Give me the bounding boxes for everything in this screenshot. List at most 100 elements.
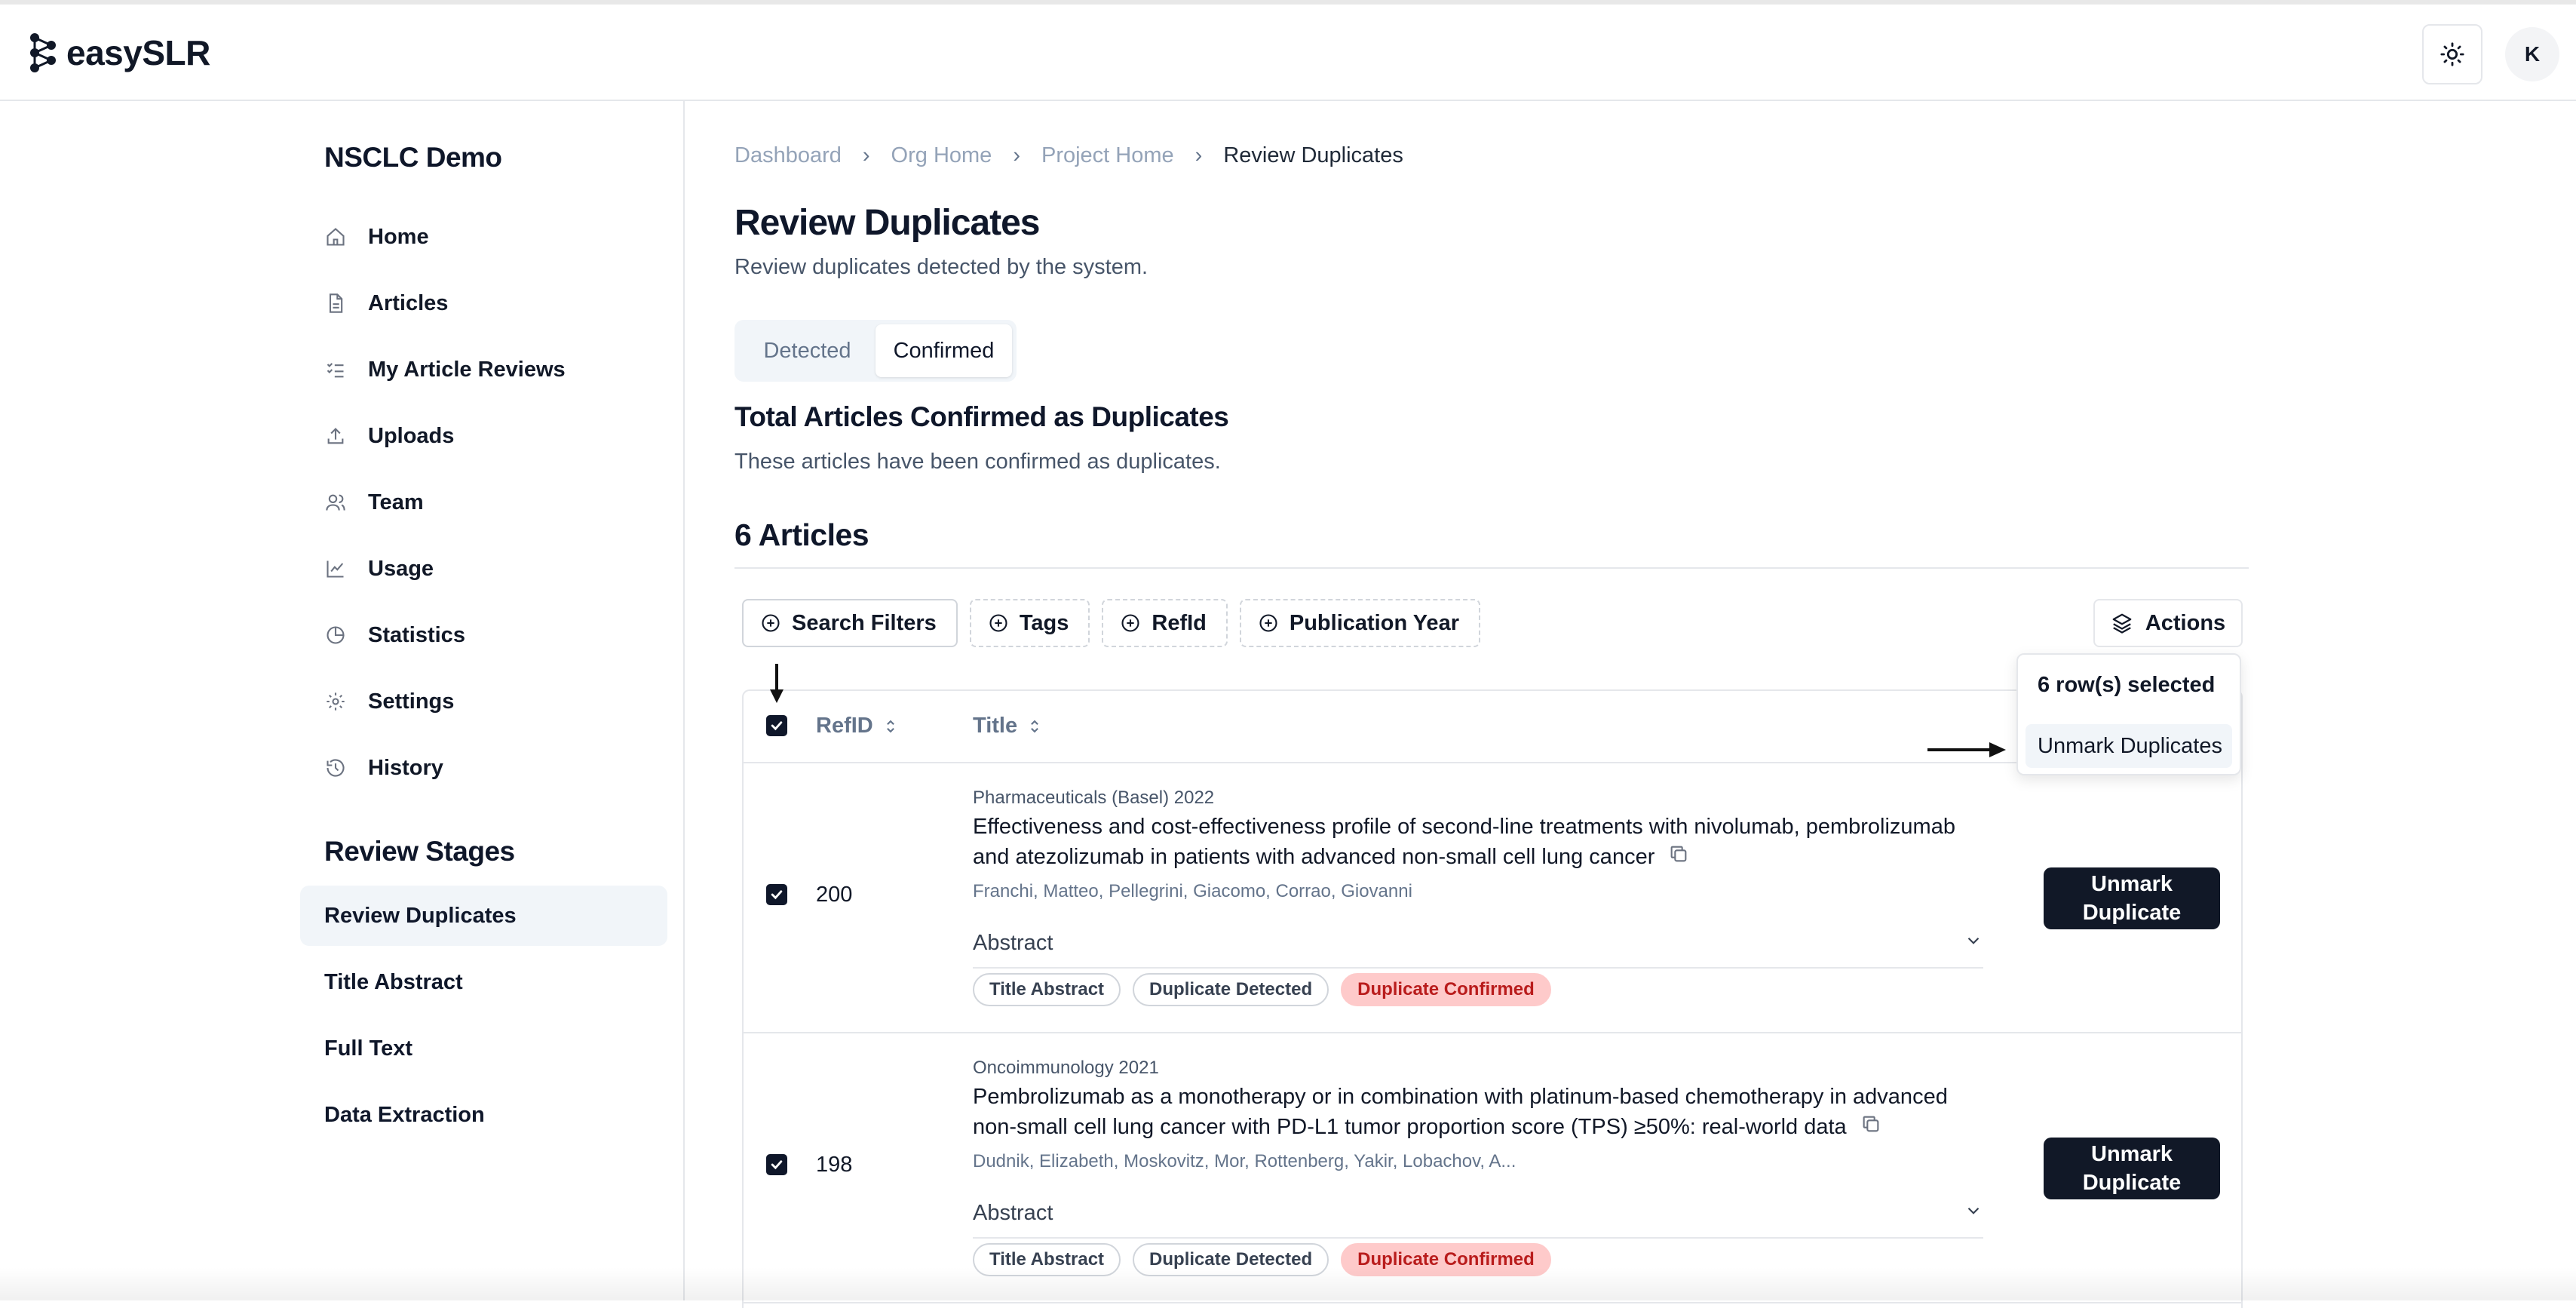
plus-circle-icon: [988, 613, 1009, 634]
stage-data-extraction[interactable]: Data Extraction: [300, 1085, 667, 1145]
column-header-title[interactable]: Title: [973, 714, 1041, 738]
breadcrumb-org-home[interactable]: Org Home: [891, 143, 992, 168]
plus-circle-icon: [760, 613, 781, 634]
chevron-right-icon: ›: [1013, 143, 1020, 167]
table-row: 198 Oncoimmunology 2021 Pembrolizumab as…: [744, 1033, 2241, 1303]
filter-label: RefId: [1152, 610, 1207, 635]
row-journal: Oncoimmunology 2021: [973, 1058, 1159, 1078]
abstract-toggle[interactable]: Abstract: [973, 1201, 1983, 1239]
sidebar-divider: [683, 101, 685, 1300]
abstract-toggle[interactable]: Abstract: [973, 931, 1983, 969]
history-icon: [324, 757, 347, 779]
stage-review-duplicates[interactable]: Review Duplicates: [300, 886, 667, 946]
page-subtitle: Review duplicates detected by the system…: [734, 255, 1148, 279]
search-filters-button[interactable]: Search Filters: [742, 599, 958, 647]
sidebar-item-label: History: [368, 755, 443, 780]
arrow-right-icon: [1927, 742, 2006, 757]
sidebar-item-team[interactable]: Team: [324, 469, 566, 536]
sidebar-item-my-article-reviews[interactable]: My Article Reviews: [324, 336, 566, 403]
review-stages-list: Review Duplicates Title Abstract Full Te…: [300, 886, 667, 1151]
theme-toggle-button[interactable]: [2422, 24, 2482, 84]
list-check-icon: [324, 358, 347, 381]
breadcrumb: Dashboard › Org Home › Project Home › Re…: [734, 143, 1403, 168]
sidebar-nav: Home Articles My Article Reviews Uploads…: [324, 204, 566, 801]
tab-confirmed[interactable]: Confirmed: [876, 324, 1012, 377]
sidebar-item-history[interactable]: History: [324, 735, 566, 801]
sidebar-item-statistics[interactable]: Statistics: [324, 602, 566, 668]
tab-detected[interactable]: Detected: [739, 324, 876, 377]
publication-year-filter-button[interactable]: Publication Year: [1239, 599, 1480, 647]
stage-title-abstract[interactable]: Title Abstract: [300, 952, 667, 1012]
arrow-down-icon: [770, 664, 784, 703]
copy-icon[interactable]: [1668, 843, 1689, 873]
row-tags: Title Abstract Duplicate Detected Duplic…: [973, 1243, 1563, 1276]
breadcrumb-dashboard[interactable]: Dashboard: [734, 143, 842, 168]
abstract-label: Abstract: [973, 931, 1053, 955]
home-icon: [324, 226, 347, 248]
column-label: Title: [973, 714, 1018, 738]
sidebar-item-uploads[interactable]: Uploads: [324, 403, 566, 469]
row-tags: Title Abstract Duplicate Detected Duplic…: [973, 973, 1563, 1006]
filter-label: Publication Year: [1289, 610, 1459, 635]
logo-text: easySLR: [66, 33, 210, 72]
sidebar-item-usage[interactable]: Usage: [324, 536, 566, 602]
sidebar-item-label: Home: [368, 224, 429, 249]
logo-icon: [30, 33, 56, 72]
row-checkbox[interactable]: [766, 1154, 787, 1175]
row-title: Effectiveness and cost-effectiveness pro…: [973, 812, 1983, 873]
sidebar-item-articles[interactable]: Articles: [324, 270, 566, 336]
app-logo[interactable]: easySLR: [27, 32, 210, 74]
section-subtitle: These articles have been confirmed as du…: [734, 450, 1221, 474]
copy-icon[interactable]: [1860, 1113, 1881, 1143]
sidebar-item-home[interactable]: Home: [324, 204, 566, 270]
sidebar-item-label: Team: [368, 490, 424, 514]
user-avatar[interactable]: K: [2505, 27, 2559, 81]
review-stages-title: Review Stages: [324, 836, 515, 867]
divider: [734, 567, 2249, 569]
row-authors: Dudnik, Elizabeth, Moskovitz, Mor, Rotte…: [973, 1151, 1516, 1171]
top-header: easySLR K: [0, 5, 2576, 101]
filter-label: Search Filters: [792, 610, 937, 635]
row-refid: 198: [816, 1153, 853, 1177]
selected-rows-count: 6 row(s) selected: [2038, 673, 2216, 697]
pie-chart-icon: [324, 624, 347, 646]
tags-filter-button[interactable]: Tags: [969, 599, 1090, 647]
sort-icon: [1028, 718, 1041, 735]
abstract-label: Abstract: [973, 1201, 1053, 1225]
refid-filter-button[interactable]: RefId: [1102, 599, 1228, 647]
file-icon: [324, 292, 347, 315]
duplicate-tabs: Detected Confirmed: [734, 320, 1017, 382]
filter-bar: Search Filters Tags RefId Publication Ye…: [742, 599, 1492, 647]
chevron-right-icon: ›: [862, 143, 870, 167]
page-title: Review Duplicates: [734, 203, 1040, 243]
actions-label: Actions: [2145, 610, 2226, 635]
actions-button[interactable]: Actions: [2093, 599, 2243, 647]
tag-duplicate-confirmed: Duplicate Confirmed: [1341, 973, 1551, 1006]
stage-full-text[interactable]: Full Text: [300, 1018, 667, 1079]
actions-dropdown-menu: 6 row(s) selected Unmark Duplicates: [2016, 653, 2241, 775]
select-all-checkbox[interactable]: [766, 715, 787, 736]
sidebar-item-label: Usage: [368, 556, 434, 581]
column-header-refid[interactable]: RefID: [816, 714, 897, 738]
row-title-text: Pembrolizumab as a monotherapy or in com…: [973, 1085, 1948, 1139]
layers-icon: [2111, 612, 2133, 634]
unmark-duplicate-button[interactable]: Unmark Duplicate: [2044, 1138, 2220, 1199]
articles-table: RefID Title 200 Pharmaceuticals (Basel) …: [742, 689, 2243, 1308]
check-icon: [771, 721, 783, 731]
row-checkbox[interactable]: [766, 884, 787, 905]
articles-count: 6 Articles: [734, 517, 869, 552]
tag-title-abstract: Title Abstract: [973, 1243, 1121, 1276]
users-icon: [324, 491, 347, 514]
sidebar-item-settings[interactable]: Settings: [324, 668, 566, 735]
column-label: RefID: [816, 714, 873, 738]
tag-title-abstract: Title Abstract: [973, 973, 1121, 1006]
plus-circle-icon: [1120, 613, 1141, 634]
sidebar-item-label: Settings: [368, 689, 455, 714]
unmark-duplicates-menu-item[interactable]: Unmark Duplicates: [2026, 724, 2232, 768]
breadcrumb-current: Review Duplicates: [1223, 143, 1403, 167]
breadcrumb-project-home[interactable]: Project Home: [1041, 143, 1174, 168]
plus-circle-icon: [1258, 613, 1279, 634]
project-name: NSCLC Demo: [324, 142, 502, 173]
row-refid: 200: [816, 883, 853, 907]
unmark-duplicate-button[interactable]: Unmark Duplicate: [2044, 867, 2220, 929]
